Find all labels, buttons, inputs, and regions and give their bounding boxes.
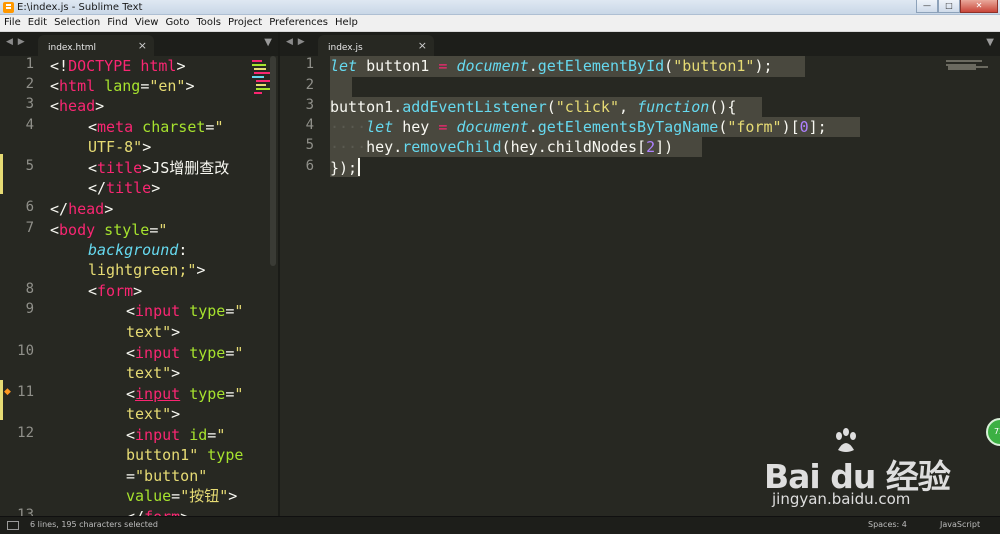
- line-number: 9: [25, 301, 34, 317]
- code-line: let button1 = document.getElementById("b…: [330, 57, 773, 75]
- sublime-text-icon: [3, 2, 14, 13]
- code-line: <meta charset=": [88, 118, 224, 136]
- menu-selection[interactable]: Selection: [54, 15, 100, 31]
- code-line: <title>JS增删查改: [88, 159, 230, 177]
- code-line-wrap: value="按钮">: [126, 487, 238, 505]
- left-tab-menu-icon[interactable]: ▼: [264, 37, 272, 48]
- left-tab-bar: ◀ ▶ index.html × ▼: [0, 32, 278, 56]
- tab-label: index.js: [328, 43, 363, 53]
- code-line-wrap: lightgreen;">: [88, 261, 206, 279]
- code-line: ····let hey = document.getElementsByTagN…: [330, 118, 827, 136]
- menu-file[interactable]: File: [4, 15, 21, 31]
- left-nav-arrows-icon[interactable]: ◀ ▶: [6, 37, 26, 47]
- menu-view[interactable]: View: [135, 15, 159, 31]
- window-title: E:\index.js - Sublime Text: [17, 2, 143, 13]
- code-line: ····hey.removeChild(hey.childNodes[2]): [330, 138, 674, 156]
- indentation-status[interactable]: Spaces: 4: [868, 520, 907, 529]
- code-line: <body style=": [50, 221, 168, 239]
- status-bar: 6 lines, 195 characters selected Spaces:…: [0, 516, 1000, 534]
- line-number: 4: [25, 117, 34, 133]
- syntax-status[interactable]: JavaScript: [940, 520, 980, 529]
- line-number: 4: [305, 117, 314, 133]
- code-line-wrap: UTF-8">: [88, 138, 152, 156]
- right-minimap[interactable]: [946, 60, 994, 120]
- left-scrollbar[interactable]: [270, 56, 276, 266]
- selection-status: 6 lines, 195 characters selected: [30, 520, 158, 529]
- code-line: <form>: [88, 282, 143, 300]
- line-number: 12: [17, 425, 34, 441]
- menu-find[interactable]: Find: [107, 15, 128, 31]
- code-line: <!DOCTYPE html>: [50, 57, 186, 75]
- code-line: </head>: [50, 200, 114, 218]
- line-number: 3: [305, 97, 314, 113]
- line-number: 8: [25, 281, 34, 297]
- left-editor[interactable]: ◆ 1 2 3 4 5 6 7 8 9 10 11 12 13 <!DOCTYP…: [0, 56, 278, 516]
- code-line: <head>: [50, 97, 105, 115]
- code-line-wrap: ="button": [126, 467, 208, 485]
- right-tab-menu-icon[interactable]: ▼: [986, 37, 994, 48]
- menu-goto[interactable]: Goto: [165, 15, 189, 31]
- right-nav-arrows-icon[interactable]: ◀ ▶: [286, 37, 306, 47]
- code-line-wrap: text">: [126, 364, 181, 382]
- code-line: <input type=": [126, 385, 244, 403]
- right-tab-bar: ◀ ▶ index.js × ▼: [280, 32, 1000, 56]
- window-controls: — □ ✕: [916, 0, 998, 14]
- code-line: <input type=": [126, 344, 244, 362]
- selection-highlight: [330, 77, 352, 97]
- line-number: 5: [25, 158, 34, 174]
- code-line: </form>: [126, 507, 189, 516]
- tab-index-js[interactable]: index.js ×: [318, 35, 434, 56]
- code-line: <html lang="en">: [50, 77, 195, 95]
- tab-label: index.html: [48, 43, 96, 53]
- watermark-url: jingyan.baidu.com: [772, 490, 911, 508]
- menu-tools[interactable]: Tools: [196, 15, 221, 31]
- line-number: 10: [17, 343, 34, 359]
- line-number: 6: [305, 158, 314, 174]
- panel-toggle-icon[interactable]: [7, 521, 19, 530]
- line-number: 7: [25, 220, 34, 236]
- left-minimap[interactable]: [252, 60, 270, 120]
- tab-index-html[interactable]: index.html ×: [38, 35, 154, 56]
- code-line: button1.addEventListener("click", functi…: [330, 98, 737, 116]
- line-number: 1: [305, 56, 314, 72]
- line-number: 5: [305, 137, 314, 153]
- code-line: });: [330, 159, 358, 177]
- code-line: <input id=": [126, 426, 226, 444]
- menu-bar: File Edit Selection Find View Goto Tools…: [0, 15, 1000, 32]
- code-line-wrap: text">: [126, 323, 181, 341]
- menu-project[interactable]: Project: [228, 15, 262, 31]
- left-gutter: 1 2 3 4 5 6 7 8 9 10 11 12 13: [0, 56, 42, 516]
- code-line-wrap: button1" type: [126, 446, 244, 464]
- tab-close-icon[interactable]: ×: [138, 39, 147, 52]
- close-button[interactable]: ✕: [960, 0, 998, 13]
- line-number: 13: [17, 507, 34, 516]
- line-number: 3: [25, 96, 34, 112]
- maximize-button[interactable]: □: [938, 0, 960, 13]
- line-number: 1: [25, 56, 34, 72]
- minimize-button[interactable]: —: [916, 0, 938, 13]
- menu-edit[interactable]: Edit: [28, 15, 47, 31]
- line-number: 2: [25, 76, 34, 92]
- code-line: <input type=": [126, 302, 244, 320]
- line-number: 2: [305, 77, 314, 93]
- line-number: 6: [25, 199, 34, 215]
- code-line-wrap: </title>: [88, 179, 161, 197]
- code-line-wrap: background:: [88, 241, 188, 259]
- code-line-wrap: text">: [126, 405, 181, 423]
- baidu-watermark: Bai du 经验 jingyan.baidu.com: [752, 420, 992, 516]
- right-gutter: 1 2 3 4 5 6: [280, 56, 322, 516]
- menu-preferences[interactable]: Preferences: [269, 15, 328, 31]
- menu-help[interactable]: Help: [335, 15, 358, 31]
- line-number: 11: [17, 384, 34, 400]
- text-caret: [358, 158, 360, 176]
- tab-close-icon[interactable]: ×: [418, 39, 427, 52]
- title-bar: E:\index.js - Sublime Text — □ ✕: [0, 0, 1000, 15]
